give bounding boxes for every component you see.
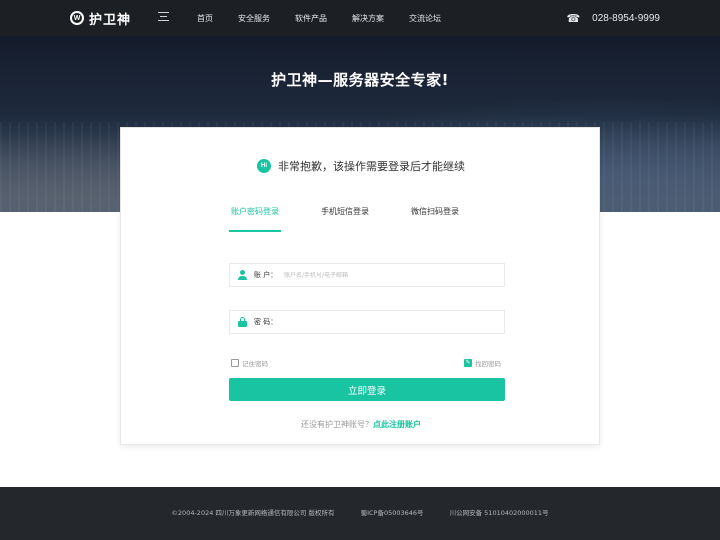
hotline: ☎ 028-8954-9999 [566, 0, 660, 36]
password-input[interactable] [284, 318, 484, 326]
login-required-message: Hi 非常抱歉，该操作需要登录后才能继续 [121, 158, 601, 174]
shield-logo-icon: W [70, 11, 84, 25]
forgot-password-link[interactable]: ✎ 找回密码 [464, 358, 501, 368]
main-nav: 首页 安全服务 软件产品 解决方案 交流论坛 [187, 0, 466, 36]
nav-solutions[interactable]: 解决方案 [352, 13, 384, 24]
nav-forum[interactable]: 交流论坛 [409, 13, 441, 24]
account-input[interactable] [284, 271, 484, 279]
footer-info: ©2004-2024 四川万象更新网络通信有限公司 版权所有 蜀ICP备0500… [0, 507, 720, 517]
edit-icon: ✎ [464, 359, 472, 367]
phone-number: 028-8954-9999 [592, 12, 660, 24]
message-text: 非常抱歉，该操作需要登录后才能继续 [278, 160, 465, 173]
footer: ©2004-2024 四川万象更新网络通信有限公司 版权所有 蜀ICP备0500… [0, 487, 720, 540]
login-options: 记住密码 ✎ 找回密码 [229, 358, 505, 370]
police-record-link[interactable]: 川公网安备 51010402000011号 [450, 509, 549, 517]
telephone-icon: ☎ [566, 12, 581, 25]
tab-password-login[interactable]: 账户密码登录 [229, 206, 281, 232]
user-icon [230, 270, 254, 280]
account-label: 账 户： [254, 271, 278, 279]
login-button[interactable]: 立即登录 [229, 378, 505, 401]
nav-security-services[interactable]: 安全服务 [238, 13, 270, 24]
menu-icon[interactable] [158, 12, 169, 23]
remember-label: 记住密码 [242, 360, 268, 368]
remember-checkbox-icon[interactable] [231, 359, 239, 367]
site-logo[interactable]: W 护卫神 [70, 9, 132, 28]
hi-chat-icon: Hi [257, 159, 271, 173]
tab-wechat-login[interactable]: 微信扫码登录 [411, 206, 459, 232]
nav-home[interactable]: 首页 [197, 13, 213, 24]
icp-link[interactable]: 蜀ICP备05003646号 [361, 509, 424, 517]
nav-software-products[interactable]: 软件产品 [295, 13, 327, 24]
tab-sms-login[interactable]: 手机短信登录 [321, 206, 369, 232]
register-prompt: 还没有护卫神账号？点此注册账户 [121, 419, 601, 430]
password-field[interactable]: 密 码： [229, 310, 505, 334]
lock-icon [230, 317, 254, 327]
copyright-text: ©2004-2024 四川万象更新网络通信有限公司 版权所有 [171, 509, 335, 517]
forgot-label: 找回密码 [475, 360, 501, 368]
remember-password[interactable]: 记住密码 [231, 358, 268, 368]
login-tabs: 账户密码登录 手机短信登录 微信扫码登录 [229, 206, 505, 232]
password-label: 密 码： [254, 318, 278, 326]
logo-text: 护卫神 [89, 12, 132, 28]
top-navbar: W 护卫神 首页 安全服务 软件产品 解决方案 交流论坛 ☎ 028-8954-… [0, 0, 720, 36]
account-field[interactable]: 账 户： [229, 263, 505, 287]
login-card: Hi 非常抱歉，该操作需要登录后才能继续 账户密码登录 手机短信登录 微信扫码登… [120, 127, 600, 445]
hero-title: 护卫神—服务器安全专家! [271, 71, 449, 89]
register-link[interactable]: 点此注册账户 [373, 420, 421, 429]
register-prompt-text: 还没有护卫神账号？ [301, 420, 373, 429]
